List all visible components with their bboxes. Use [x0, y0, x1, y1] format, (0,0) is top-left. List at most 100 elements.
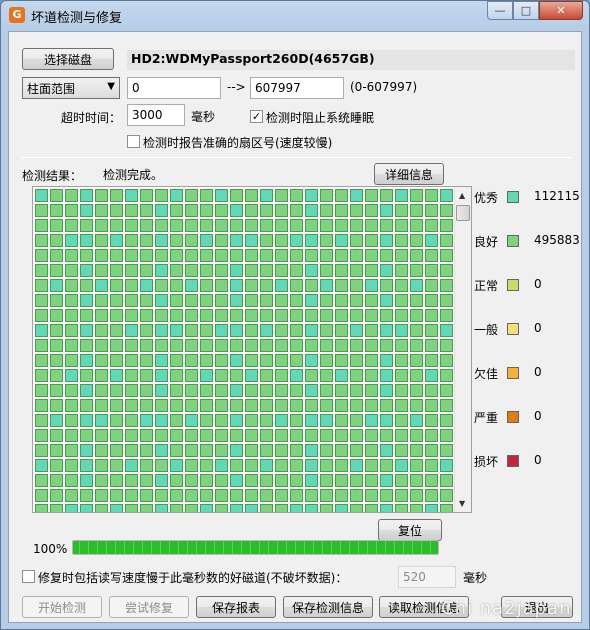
disk-block [95, 234, 108, 247]
disk-block [80, 429, 93, 442]
disk-block [335, 219, 348, 232]
scroll-up-icon[interactable]: ▲ [459, 191, 465, 200]
disk-block [185, 264, 198, 277]
disk-block [440, 414, 453, 427]
disk-block [350, 279, 363, 292]
disk-block [65, 204, 78, 217]
disk-block [335, 279, 348, 292]
disk-block [125, 399, 138, 412]
disk-block [290, 264, 303, 277]
repair-slow-checkbox[interactable] [22, 570, 35, 583]
disk-block [95, 399, 108, 412]
disk-block [95, 294, 108, 307]
title-bar[interactable]: G 坏道检测与修复 — □ ✕ [1, 1, 589, 31]
disk-block [335, 474, 348, 487]
disk-block [110, 444, 123, 457]
range-end-input[interactable]: 607997 [250, 77, 344, 99]
disk-block [425, 324, 438, 337]
save-report-button[interactable]: 保存报表 [196, 596, 276, 618]
disk-block [320, 489, 333, 502]
disk-block [410, 459, 423, 472]
disk-block [35, 444, 48, 457]
legend-swatch [507, 455, 519, 467]
disk-block [65, 264, 78, 277]
scroll-down-icon[interactable]: ▼ [459, 499, 465, 508]
disk-block [155, 294, 168, 307]
legend-count: 0 [534, 277, 542, 291]
disk-block [260, 504, 273, 512]
disk-block [185, 339, 198, 352]
try-repair-button[interactable]: 尝试修复 [109, 596, 189, 618]
disk-block [245, 354, 258, 367]
prevent-sleep-checkbox[interactable]: ✓ [250, 110, 263, 123]
disk-block [140, 444, 153, 457]
minimize-button[interactable]: — [487, 1, 513, 20]
range-start-input[interactable]: 0 [127, 77, 221, 99]
disk-block [65, 384, 78, 397]
disk-block [260, 324, 273, 337]
reset-button[interactable]: 复位 [378, 519, 442, 541]
range-mode-select[interactable]: 柱面范围 ▼ [22, 77, 120, 99]
disk-block [290, 444, 303, 457]
disk-block [50, 279, 63, 292]
disk-block [65, 459, 78, 472]
disk-block [125, 369, 138, 382]
disk-block [380, 219, 393, 232]
disk-block [245, 444, 258, 457]
disk-block [395, 219, 408, 232]
progress-percent: 100% [33, 542, 68, 556]
disk-block [335, 324, 348, 337]
disk-block [230, 324, 243, 337]
disk-block [185, 234, 198, 247]
disk-block [320, 249, 333, 262]
disk-block [380, 294, 393, 307]
disk-block [380, 384, 393, 397]
disk-block [170, 219, 183, 232]
disk-block [50, 369, 63, 382]
disk-block [395, 489, 408, 502]
disk-block [65, 294, 78, 307]
disk-block [245, 279, 258, 292]
disk-block [440, 429, 453, 442]
disk-block [380, 204, 393, 217]
disk-block [215, 414, 228, 427]
disk-block [380, 249, 393, 262]
disk-block [80, 309, 93, 322]
disk-block [140, 369, 153, 382]
disk-block [410, 204, 423, 217]
scroll-thumb[interactable] [456, 205, 470, 221]
disk-block [200, 324, 213, 337]
start-scan-button[interactable]: 开始检测 [22, 596, 102, 618]
disk-block [80, 189, 93, 202]
disk-block [395, 384, 408, 397]
repair-threshold-input[interactable]: 520 [398, 566, 456, 588]
close-button[interactable]: ✕ [539, 1, 583, 20]
block-map-scrollbar[interactable]: ▲ ▼ [454, 187, 471, 512]
disk-block [290, 324, 303, 337]
maximize-button[interactable]: □ [513, 1, 539, 20]
disk-block [155, 219, 168, 232]
disk-block [50, 324, 63, 337]
disk-block [110, 354, 123, 367]
detail-info-button[interactable]: 详细信息 [374, 163, 444, 185]
disk-block [410, 354, 423, 367]
disk-block [305, 504, 318, 512]
disk-block [275, 504, 288, 512]
disk-block [290, 459, 303, 472]
disk-block [230, 294, 243, 307]
disk-block [155, 504, 168, 512]
prevent-sleep-label: 检测时阻止系统睡眠 [266, 111, 375, 125]
disk-block [350, 474, 363, 487]
disk-block [365, 504, 378, 512]
disk-block [50, 339, 63, 352]
disk-block [140, 189, 153, 202]
disk-block [395, 234, 408, 247]
disk-block [245, 339, 258, 352]
save-scan-info-button[interactable]: 保存检测信息 [283, 596, 373, 618]
disk-block [335, 309, 348, 322]
disk-block [35, 309, 48, 322]
select-disk-button[interactable]: 选择磁盘 [22, 48, 114, 70]
report-sector-checkbox[interactable] [127, 135, 140, 148]
timeout-input[interactable]: 3000 [127, 104, 185, 126]
legend-swatch [507, 367, 519, 379]
